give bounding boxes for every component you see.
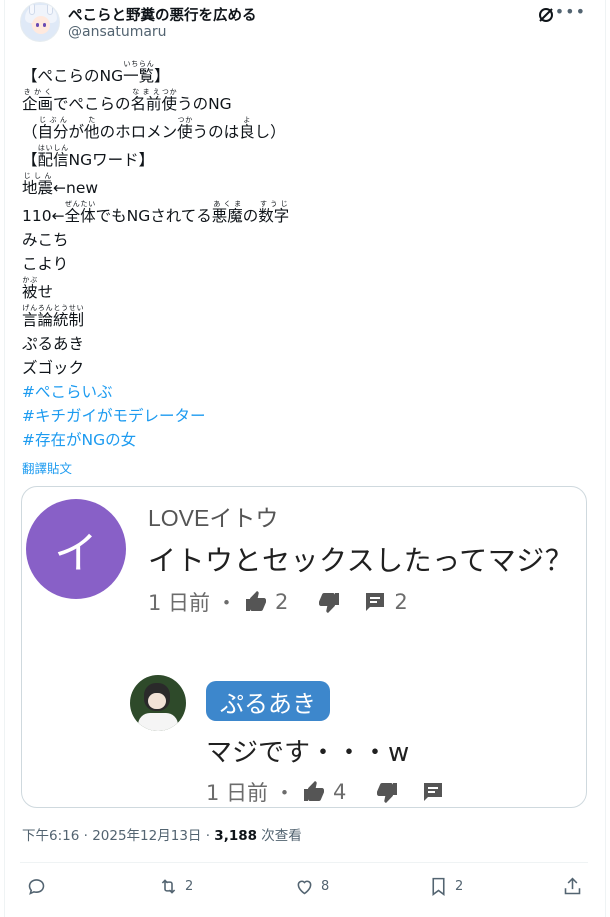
tweet-line: 【ぺこらのNG一覧いちらん】 [22,60,170,85]
like-count: 2 [275,590,289,614]
tweet-line: 企画きかくでぺこらの名前なまえ使つかうのNG [22,88,232,113]
grok-icon[interactable] [536,5,556,25]
share-button[interactable] [562,876,583,897]
heart-icon [297,880,312,895]
user-avatar[interactable] [20,2,60,42]
bookmark-icon [432,877,445,896]
repost-button[interactable]: 2 [158,876,193,897]
divider [20,862,588,863]
thumbs-up-icon [243,590,269,614]
tweet-line: 被かぶせ [22,276,54,301]
repost-icon [161,879,176,894]
reply-text: マジです・・・w [206,738,410,768]
share-icon [564,877,581,895]
tweet-text: 【ぺこらのNG一覧いちらん】 企画きかくでぺこらの名前なまえ使つかうのNG （自… [22,60,582,452]
user-handle[interactable]: @ansatumaru [68,24,167,40]
view-count: 3,188 [214,828,257,844]
bookmark-count: 2 [455,879,464,894]
reply-count: 2 [394,590,408,614]
reply-avatar [130,675,186,731]
tweet-header: ぺこらと野糞の悪行を広める @ansatumaru ••• [20,0,592,44]
action-bar: 2 8 2 [20,874,592,902]
views-label: 次查看 [261,828,302,844]
reply-button[interactable] [26,876,53,897]
bookmark-button[interactable]: 2 [428,876,463,897]
tweet-line: 言論統制げんろんとうせい [22,304,85,329]
translate-post-link[interactable]: 翻譯貼文 [22,458,72,477]
tweet-line: 110←全体ぜんたいでもNGされてる悪魔あくまの数字すうじ [22,200,290,225]
like-count: 4 [333,780,347,804]
more-dots-icon[interactable]: ••• [555,2,586,21]
reply-icon [28,879,45,895]
like-button[interactable]: 8 [294,876,329,897]
thumbs-down-icon [374,780,400,804]
tweet-line: みこち [22,231,69,249]
comment-avatar: イ [26,499,126,599]
reply-time: 1 日前 [206,781,269,805]
comment-author: LOVEイトウ [148,505,279,531]
reply-author-badge: ぷるあき [206,681,330,721]
post-time[interactable]: 下午6:16 [22,828,79,844]
tweet-line: こより [22,255,69,273]
tweet-line: 地震じしん←new [22,172,99,197]
reply-comment-icon [420,780,446,804]
tweet-line: 【配信はいしんNGワード】 [22,144,155,169]
comment-time: 1 日前 [148,591,211,615]
hashtag-link[interactable]: #ぺこらいぶ [22,380,582,404]
post-date[interactable]: 2025年12月13日 [92,828,201,844]
reply-comment-icon [362,590,388,614]
thumbs-down-icon [316,590,342,614]
thumbs-up-icon [301,780,327,804]
comment-meta: 1 日前・ 2 2 [148,587,436,617]
repost-count: 2 [185,879,194,894]
hashtag-link[interactable]: #存在がNGの女 [22,428,582,452]
attached-image[interactable]: イ LOVEイトウ イトウとセックスしたってマジ？ 1 日前・ 2 2 ぷるあき… [21,486,587,808]
like-count: 8 [321,879,330,894]
display-name[interactable]: ぺこらと野糞の悪行を広める [68,4,257,25]
comment-text: イトウとセックスしたってマジ？ [148,544,574,577]
post-timestamp: 下午6:16 · 2025年12月13日 · 3,188 次查看 [22,828,302,844]
hashtag-link[interactable]: #キチガイがモデレーター [22,404,582,428]
tweet-line: （自分じぶんが他たのホロメン使つかうのは良よし） [22,116,286,141]
reply-meta: 1 日前・ 4 [206,777,446,807]
tweet-line: ズゴック [22,359,85,377]
tweet-line: ぷるあき [22,335,85,353]
